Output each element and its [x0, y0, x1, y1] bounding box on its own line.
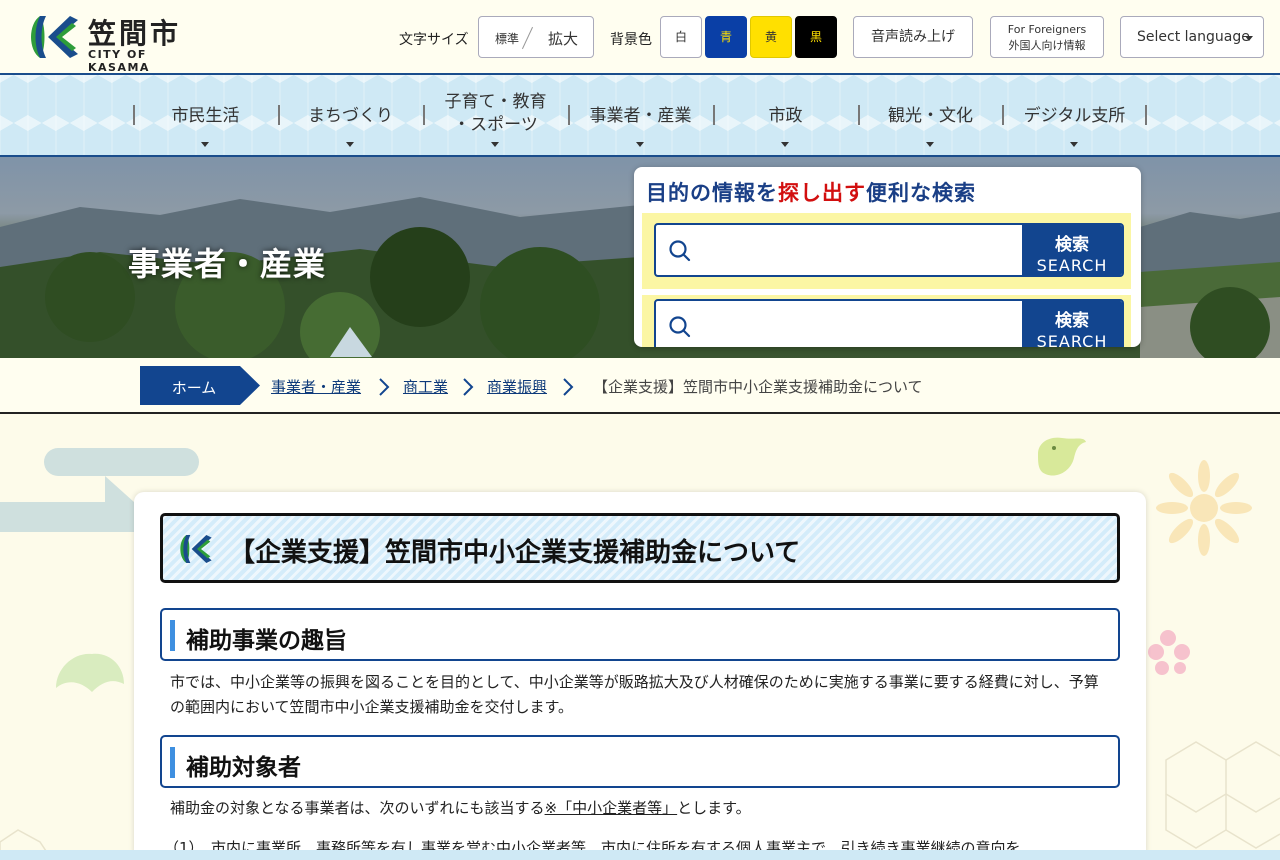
triangle-down-icon: [926, 142, 934, 147]
nav-item-city-government[interactable]: 市政: [713, 75, 858, 155]
search-button-secondary[interactable]: 検索 SEARCH: [1022, 301, 1122, 347]
search-heading-pre: 目的の情報を: [646, 181, 778, 205]
logo-subtitle: CITY OF KASAMA: [88, 48, 150, 74]
heading-accent-bar: [170, 620, 175, 651]
heading-accent-bar: [170, 747, 175, 778]
bg-blue-button[interactable]: 青: [705, 16, 747, 58]
search-panel: 目的の情報を探し出す便利な検索 検索 SEARCH 検索 SEARCH: [634, 167, 1141, 347]
search-icon: [669, 316, 691, 338]
search-form: 検索 SEARCH: [642, 213, 1131, 289]
for-foreigners-button[interactable]: For Foreigners 外国人向け情報: [990, 16, 1104, 58]
triangle-down-icon: [1070, 142, 1078, 147]
bg-color-label: 背景色: [610, 32, 652, 48]
nav-item-label: 市民生活: [171, 106, 240, 126]
eligible-text-post: とします。: [677, 799, 751, 817]
hexagon-pattern-decoration: [1165, 741, 1280, 849]
font-size-divider: [521, 26, 534, 50]
main-content: 【企業支援】笠間市中小企業支援補助金について 補助事業の趣旨 市では、中小企業等…: [134, 492, 1146, 860]
breadcrumb-link-commerce-promotion[interactable]: 商業振興: [487, 376, 547, 397]
plum-blossom-decoration: [1148, 630, 1190, 675]
search-icon: [669, 240, 691, 262]
for-foreigners-jp: 外国人向け情報: [1008, 39, 1086, 52]
nav-item-tourism-culture[interactable]: 観光・文化: [858, 75, 1003, 155]
chevron-right-icon: [563, 378, 574, 396]
breadcrumb-home-label: ホーム: [171, 379, 217, 397]
section-heading-purpose: 補助事業の趣旨: [160, 608, 1120, 661]
nav-item-citizen-life[interactable]: 市民生活: [133, 75, 278, 155]
nav-separator: [1145, 105, 1147, 125]
for-foreigners-en: For Foreigners: [1007, 23, 1087, 36]
section-paragraph-purpose: 市では、中小企業等の振興を図ることを目的として、中小企業等が販路拡大及び人材確保…: [170, 673, 1099, 716]
font-standard-button[interactable]: 標準: [495, 30, 519, 47]
bg-black-button[interactable]: 黒: [795, 16, 837, 58]
nav-item-label-line1: 子育て・教育: [444, 92, 547, 112]
sme-definition-link[interactable]: ※「中小企業者等」: [545, 799, 678, 817]
section-heading-eligible: 補助対象者: [160, 735, 1120, 788]
triangle-down-icon: [346, 142, 354, 147]
logo-name: 笠間市: [88, 17, 182, 50]
triangle-down-icon: [201, 142, 209, 147]
chevron-right-icon: [379, 378, 390, 396]
nav-item-label: 事業者・産業: [589, 106, 692, 126]
search-button-label-en: SEARCH: [1036, 332, 1108, 347]
breadcrumb: ホーム 事業者・産業 商工業 商業振興 【企業支援】笠間市中小企業支援補助金につ…: [0, 358, 1280, 414]
chevron-right-icon: [463, 378, 474, 396]
search-button-label-jp: 検索: [1055, 311, 1089, 331]
bg-white-button[interactable]: 白: [660, 16, 702, 58]
breadcrumb-link-business[interactable]: 事業者・産業: [271, 376, 361, 397]
search-form-secondary: 検索 SEARCH: [642, 295, 1131, 347]
global-nav: 市民生活 まちづくり 子育て・教育 ・スポーツ 事業者・産業 市政 観光・文化 …: [0, 75, 1280, 157]
search-button-label-jp: 検索: [1055, 235, 1089, 255]
nav-item-label: まちづくり: [308, 106, 393, 126]
nav-item-childcare-education[interactable]: 子育て・教育 ・スポーツ: [423, 75, 568, 155]
nav-item-label: 観光・文化: [888, 106, 973, 126]
site-header: 笠間市 CITY OF KASAMA 文字サイズ 標準 拡大 背景色 白 青 黄…: [0, 0, 1280, 75]
breadcrumb-home[interactable]: ホーム: [140, 366, 260, 405]
eligible-text-pre: 補助金の対象となる事業者は、次のいずれにも該当する: [170, 799, 545, 817]
footer-pattern-strip: [0, 850, 1280, 860]
bird-decoration: [1038, 437, 1086, 476]
bg-yellow-button[interactable]: 黄: [750, 16, 792, 58]
font-large-button[interactable]: 拡大: [548, 28, 578, 49]
breadcrumb-current: 【企業支援】笠間市中小企業支援補助金について: [593, 378, 923, 396]
search-heading-highlight: 探し出す: [778, 181, 866, 205]
nav-item-town-planning[interactable]: まちづくり: [278, 75, 423, 155]
kasama-logo-icon: [31, 16, 78, 58]
search-input-secondary[interactable]: 検索 SEARCH: [654, 299, 1124, 347]
nav-item-label: 子育て・教育 ・スポーツ: [423, 91, 568, 137]
nav-item-business-industry[interactable]: 事業者・産業: [568, 75, 713, 155]
section-paragraph-eligible: 補助金の対象となる事業者は、次のいずれにも該当する※「中小企業者等」とします。: [170, 796, 1112, 821]
page-title: 【企業支援】笠間市中小企業支援補助金について: [229, 538, 801, 568]
select-language-label: Select language: [1137, 29, 1250, 45]
nav-item-label-line2: ・スポーツ: [453, 115, 538, 135]
site-logo[interactable]: 笠間市 CITY OF KASAMA: [26, 10, 196, 74]
caret-down-icon: [1245, 36, 1253, 41]
section-heading-text: 補助事業の趣旨: [186, 628, 347, 654]
search-heading: 目的の情報を探し出す便利な検索: [646, 177, 976, 207]
font-size-label: 文字サイズ: [399, 32, 469, 48]
kasama-logo-icon: [180, 535, 212, 563]
triangle-down-icon: [781, 142, 789, 147]
read-aloud-button[interactable]: 音声読み上げ: [853, 16, 973, 58]
page-title-box: 【企業支援】笠間市中小企業支援補助金について: [160, 513, 1120, 583]
pine-decoration: [56, 653, 124, 692]
hero-title: 事業者・産業: [128, 245, 327, 283]
nav-item-digital-branch[interactable]: デジタル支所: [1002, 75, 1147, 155]
search-heading-post: 便利な検索: [866, 181, 976, 205]
search-button[interactable]: 検索 SEARCH: [1022, 225, 1122, 275]
section-heading-text: 補助対象者: [186, 755, 301, 781]
search-button-label-en: SEARCH: [1036, 256, 1108, 275]
breadcrumb-link-commerce[interactable]: 商工業: [403, 376, 448, 397]
nav-item-label: デジタル支所: [1023, 106, 1126, 126]
triangle-down-icon: [636, 142, 644, 147]
chrysanthemum-decoration: [1156, 460, 1252, 556]
search-input[interactable]: 検索 SEARCH: [654, 223, 1124, 277]
triangle-down-icon: [491, 142, 499, 147]
select-language-dropdown[interactable]: Select language: [1120, 16, 1264, 58]
font-size-switcher: 標準 拡大: [478, 16, 594, 58]
nav-item-label: 市政: [768, 106, 803, 126]
